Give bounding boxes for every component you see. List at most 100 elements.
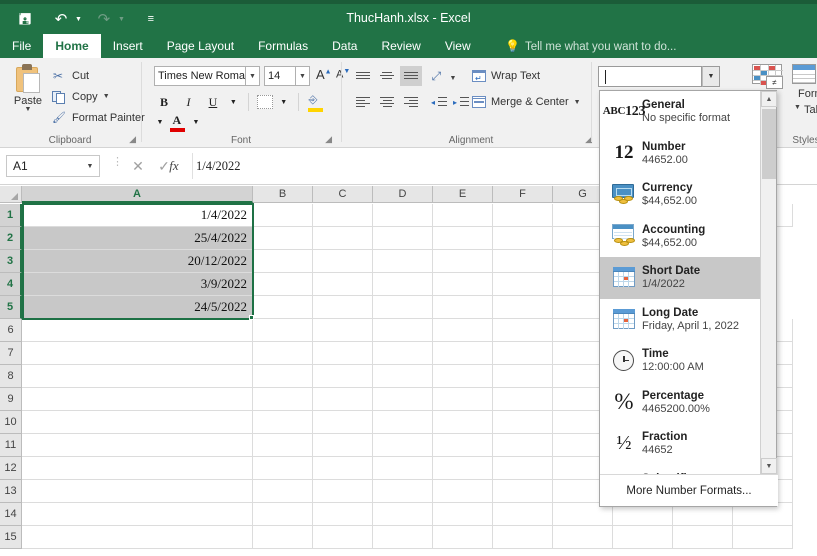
- align-left-button[interactable]: [352, 92, 374, 112]
- row-header-6[interactable]: 6: [0, 319, 22, 342]
- cell-C7[interactable]: [313, 342, 373, 365]
- italic-button[interactable]: I: [178, 92, 198, 112]
- align-bottom-button[interactable]: [400, 66, 422, 86]
- borders-dropdown-icon[interactable]: ▼: [278, 92, 290, 112]
- name-box-dropdown-icon[interactable]: ▼: [82, 155, 98, 177]
- row-header-14[interactable]: 14: [0, 503, 22, 526]
- cell-C15[interactable]: [313, 526, 373, 549]
- cell-B7[interactable]: [253, 342, 313, 365]
- cell-F11[interactable]: [493, 434, 553, 457]
- cell-B14[interactable]: [253, 503, 313, 526]
- cell-C5[interactable]: [313, 296, 373, 319]
- row-header-10[interactable]: 10: [0, 411, 22, 434]
- cell-F7[interactable]: [493, 342, 553, 365]
- cell-C2[interactable]: [313, 227, 373, 250]
- cell-B2[interactable]: [253, 227, 313, 250]
- cell-D15[interactable]: [373, 526, 433, 549]
- cell-B4[interactable]: [253, 273, 313, 296]
- fill-handle[interactable]: [249, 315, 254, 320]
- row-header-9[interactable]: 9: [0, 388, 22, 411]
- cell-C8[interactable]: [313, 365, 373, 388]
- cell-B6[interactable]: [253, 319, 313, 342]
- cell-D5[interactable]: [373, 296, 433, 319]
- paste-button[interactable]: Paste ▼: [6, 62, 50, 124]
- align-center-button[interactable]: [376, 92, 398, 112]
- tab-review[interactable]: Review: [369, 34, 432, 58]
- cell-C10[interactable]: [313, 411, 373, 434]
- cell-A15[interactable]: [22, 526, 253, 549]
- cell-E8[interactable]: [433, 365, 493, 388]
- cell-E4[interactable]: [433, 273, 493, 296]
- font-color-icon[interactable]: A: [170, 113, 186, 132]
- align-right-button[interactable]: [400, 92, 422, 112]
- cell-C11[interactable]: [313, 434, 373, 457]
- orientation-button[interactable]: ⤢: [428, 66, 450, 86]
- cell-D6[interactable]: [373, 319, 433, 342]
- merge-center-button[interactable]: Merge & Center ▼: [472, 92, 581, 112]
- cell-F2[interactable]: [493, 227, 553, 250]
- cell-C14[interactable]: [313, 503, 373, 526]
- formula-bar-handle[interactable]: ⋮: [112, 157, 123, 168]
- underline-button[interactable]: U: [203, 92, 223, 112]
- cell-E5[interactable]: [433, 296, 493, 319]
- cut-button[interactable]: Cut: [52, 66, 89, 85]
- align-top-button[interactable]: [352, 66, 374, 86]
- tell-me-search[interactable]: 💡 Tell me what you want to do...: [505, 34, 676, 58]
- cell-G15[interactable]: [553, 526, 613, 549]
- cell-B12[interactable]: [253, 457, 313, 480]
- cell-D1[interactable]: [373, 204, 433, 227]
- cell-E14[interactable]: [433, 503, 493, 526]
- number-format-dropdown-icon[interactable]: ▼: [702, 66, 720, 87]
- cell-A11[interactable]: [22, 434, 253, 457]
- cell-A5[interactable]: 24/5/2022: [22, 296, 253, 319]
- cell-E7[interactable]: [433, 342, 493, 365]
- cell-D9[interactable]: [373, 388, 433, 411]
- cell-A4[interactable]: 3/9/2022: [22, 273, 253, 296]
- conditional-formatting-icon[interactable]: ≠: [752, 64, 784, 90]
- cell-E1[interactable]: [433, 204, 493, 227]
- font-size-dropdown-icon[interactable]: ▼: [296, 66, 310, 86]
- row-header-1[interactable]: 1: [0, 204, 22, 227]
- cell-E12[interactable]: [433, 457, 493, 480]
- cell-A1[interactable]: 1/4/2022: [22, 204, 253, 227]
- cell-C1[interactable]: [313, 204, 373, 227]
- cell-A10[interactable]: [22, 411, 253, 434]
- cell-C9[interactable]: [313, 388, 373, 411]
- tab-file[interactable]: File: [0, 34, 43, 58]
- row-header-7[interactable]: 7: [0, 342, 22, 365]
- cell-F3[interactable]: [493, 250, 553, 273]
- increase-indent-button[interactable]: ▸: [450, 92, 472, 112]
- merge-center-dropdown-icon[interactable]: ▼: [574, 99, 581, 106]
- tab-formulas[interactable]: Formulas: [246, 34, 320, 58]
- cell-A7[interactable]: [22, 342, 253, 365]
- cell-A2[interactable]: 25/4/2022: [22, 227, 253, 250]
- row-header-15[interactable]: 15: [0, 526, 22, 549]
- cell-D8[interactable]: [373, 365, 433, 388]
- scroll-down-icon[interactable]: ▼: [761, 458, 777, 474]
- cell-D4[interactable]: [373, 273, 433, 296]
- font-name-dropdown-icon[interactable]: ▼: [246, 66, 260, 86]
- cell-C13[interactable]: [313, 480, 373, 503]
- cell-D2[interactable]: [373, 227, 433, 250]
- tab-data[interactable]: Data: [320, 34, 369, 58]
- font-dialog-launcher[interactable]: ◢: [325, 134, 332, 145]
- cell-B9[interactable]: [253, 388, 313, 411]
- cell-A14[interactable]: [22, 503, 253, 526]
- more-number-formats-button[interactable]: More Number Formats...: [600, 474, 778, 506]
- scrollbar-thumb[interactable]: [762, 109, 776, 179]
- row-header-13[interactable]: 13: [0, 480, 22, 503]
- cell-B15[interactable]: [253, 526, 313, 549]
- tab-page-layout[interactable]: Page Layout: [155, 34, 246, 58]
- tab-home[interactable]: Home: [43, 34, 101, 58]
- cell-E13[interactable]: [433, 480, 493, 503]
- tab-insert[interactable]: Insert: [101, 34, 155, 58]
- format-painter-button[interactable]: Format Painter: [52, 108, 145, 127]
- cell-F6[interactable]: [493, 319, 553, 342]
- cell-F4[interactable]: [493, 273, 553, 296]
- cell-J15[interactable]: [733, 526, 793, 549]
- underline-dropdown-icon[interactable]: ▼: [227, 92, 239, 112]
- cell-B5[interactable]: [253, 296, 313, 319]
- increase-font-size-button[interactable]: A▲: [316, 67, 332, 82]
- row-header-12[interactable]: 12: [0, 457, 22, 480]
- cell-C12[interactable]: [313, 457, 373, 480]
